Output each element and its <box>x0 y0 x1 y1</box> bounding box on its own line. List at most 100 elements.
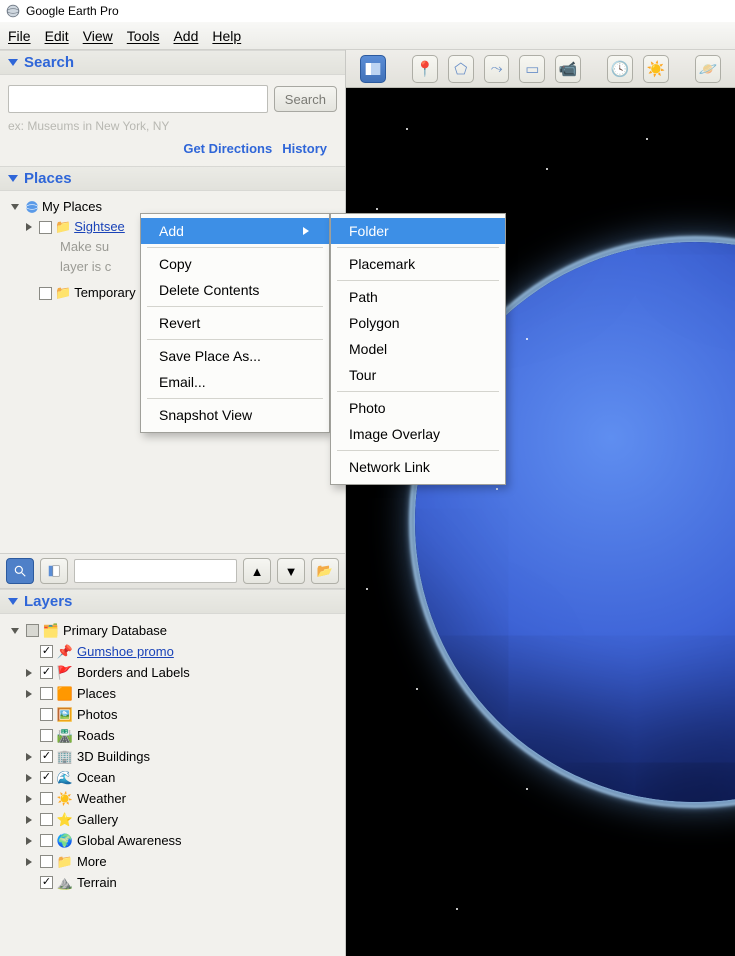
sunlight-button[interactable]: ☀️ <box>643 55 669 83</box>
tree-expander-icon[interactable] <box>26 858 32 866</box>
record-tour-button[interactable]: 📹 <box>555 55 581 83</box>
menu-tools[interactable]: Tools <box>127 28 160 44</box>
tree-expander-icon[interactable] <box>26 223 32 231</box>
layer-label[interactable]: Photos <box>77 704 117 725</box>
submenu-network-link[interactable]: Network Link <box>331 454 505 480</box>
context-menu-copy[interactable]: Copy <box>141 251 329 277</box>
context-menu-item-label: Add <box>159 223 184 239</box>
tree-expander-icon[interactable] <box>26 795 32 803</box>
add-path-button[interactable]: ⤳ <box>484 55 510 83</box>
move-down-button[interactable]: ▼ <box>277 558 305 584</box>
submenu-tour[interactable]: Tour <box>331 362 505 388</box>
checkbox[interactable] <box>40 813 53 826</box>
tree-expander-icon[interactable] <box>26 690 32 698</box>
disclosure-icon <box>8 59 18 66</box>
add-image-overlay-button[interactable]: ▭ <box>519 55 545 83</box>
checkbox[interactable] <box>40 729 53 742</box>
checkbox[interactable] <box>40 645 53 658</box>
node-description: Make su <box>60 237 109 257</box>
checkbox[interactable] <box>39 221 52 234</box>
temporary-places-node[interactable]: Temporary <box>74 283 135 303</box>
layers-panel: 🗂️ Primary Database 📌Gumshoe promo🚩Borde… <box>0 614 345 956</box>
history-link[interactable]: History <box>282 141 327 156</box>
sun-icon: ☀️ <box>647 60 666 78</box>
tree-expander-icon[interactable] <box>26 753 32 761</box>
checkbox[interactable] <box>39 287 52 300</box>
checkbox[interactable] <box>40 855 53 868</box>
checkbox[interactable] <box>40 687 53 700</box>
search-panel-header[interactable]: Search <box>0 50 345 75</box>
checkbox[interactable] <box>40 708 53 721</box>
tree-expander-icon[interactable] <box>11 204 19 210</box>
search-input[interactable] <box>8 85 268 113</box>
submenu-model[interactable]: Model <box>331 336 505 362</box>
places-filter-dropdown[interactable] <box>74 559 237 583</box>
planets-button[interactable]: 🪐 <box>695 55 721 83</box>
menu-add[interactable]: Add <box>173 28 198 44</box>
add-placemark-button[interactable]: 📍 <box>412 55 438 83</box>
layers-panel-header[interactable]: Layers <box>0 589 345 614</box>
layer-label[interactable]: Gallery <box>77 809 118 830</box>
context-menu-save-place-as[interactable]: Save Place As... <box>141 343 329 369</box>
places-panel-header[interactable]: Places <box>0 166 345 191</box>
ocean-icon: 🌊 <box>57 770 73 786</box>
open-folder-button[interactable]: 📂 <box>311 558 339 584</box>
place-icon: 🟧 <box>57 686 73 702</box>
context-menu-delete-contents[interactable]: Delete Contents <box>141 277 329 303</box>
title-bar: Google Earth Pro <box>0 0 735 22</box>
places-view-button[interactable] <box>40 558 68 584</box>
layer-label[interactable]: Gumshoe promo <box>77 641 174 662</box>
checkbox[interactable] <box>26 624 39 637</box>
context-menu-email[interactable]: Email... <box>141 369 329 395</box>
checkbox[interactable] <box>40 834 53 847</box>
move-up-button[interactable]: ▲ <box>243 558 271 584</box>
search-button[interactable]: Search <box>274 86 337 112</box>
checkbox[interactable] <box>40 876 53 889</box>
checkbox[interactable] <box>40 750 53 763</box>
sightseeing-node[interactable]: Sightsee <box>74 217 125 237</box>
layer-label[interactable]: Borders and Labels <box>77 662 190 683</box>
layer-label[interactable]: Terrain <box>77 872 117 893</box>
add-polygon-button[interactable]: ⬠ <box>448 55 474 83</box>
context-menu-item-label: Save Place As... <box>159 348 261 364</box>
context-menu-add[interactable]: Add <box>141 218 329 244</box>
submenu-folder[interactable]: Folder <box>331 218 505 244</box>
layer-row: 🟧Places <box>2 683 343 704</box>
overlay-icon: ▭ <box>525 60 539 78</box>
historical-imagery-button[interactable]: 🕓 <box>607 55 633 83</box>
submenu-placemark[interactable]: Placemark <box>331 251 505 277</box>
layer-label[interactable]: Global Awareness <box>77 830 182 851</box>
layer-label[interactable]: More <box>77 851 107 872</box>
checkbox[interactable] <box>40 666 53 679</box>
menu-file[interactable]: File <box>8 28 31 44</box>
submenu-image-overlay[interactable]: Image Overlay <box>331 421 505 447</box>
submenu-polygon[interactable]: Polygon <box>331 310 505 336</box>
get-directions-link[interactable]: Get Directions <box>183 141 272 156</box>
app-icon <box>6 4 20 18</box>
tree-expander-icon[interactable] <box>11 628 19 634</box>
submenu-path[interactable]: Path <box>331 284 505 310</box>
layer-row: 📌Gumshoe promo <box>2 641 343 662</box>
menu-edit[interactable]: Edit <box>45 28 69 44</box>
tree-expander-icon[interactable] <box>26 774 32 782</box>
primary-database-node[interactable]: Primary Database <box>63 620 167 641</box>
search-places-button[interactable] <box>6 558 34 584</box>
checkbox[interactable] <box>40 792 53 805</box>
layer-label[interactable]: Weather <box>77 788 126 809</box>
layer-label[interactable]: Roads <box>77 725 115 746</box>
layer-label[interactable]: Places <box>77 683 116 704</box>
layer-label[interactable]: Ocean <box>77 767 115 788</box>
tree-expander-icon[interactable] <box>26 669 32 677</box>
menu-view[interactable]: View <box>83 28 113 44</box>
toggle-sidebar-button[interactable] <box>360 55 386 83</box>
tree-expander-icon[interactable] <box>26 837 32 845</box>
context-menu-snapshot-view[interactable]: Snapshot View <box>141 402 329 428</box>
submenu-photo[interactable]: Photo <box>331 395 505 421</box>
context-menu-revert[interactable]: Revert <box>141 310 329 336</box>
layer-label[interactable]: 3D Buildings <box>77 746 150 767</box>
tree-expander-icon[interactable] <box>26 816 32 824</box>
my-places-node[interactable]: My Places <box>42 197 102 217</box>
checkbox[interactable] <box>40 771 53 784</box>
context-menu-item-label: Path <box>349 289 378 305</box>
menu-help[interactable]: Help <box>212 28 241 44</box>
